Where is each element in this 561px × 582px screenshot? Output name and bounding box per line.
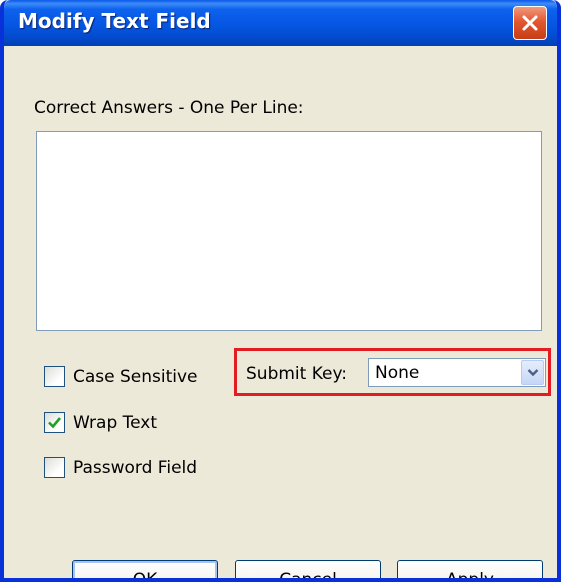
- title-bar[interactable]: Modify Text Field: [4, 0, 557, 46]
- dropdown-button[interactable]: [521, 360, 544, 385]
- wrap-text-checkbox[interactable]: [44, 412, 65, 433]
- dialog-window: Modify Text Field Correct Answers - One …: [0, 0, 561, 582]
- ok-button[interactable]: OK: [72, 560, 218, 578]
- submit-key-value: None: [375, 363, 420, 383]
- wrap-text-label: Wrap Text: [73, 412, 158, 433]
- close-button[interactable]: [513, 6, 547, 40]
- submit-key-highlight: Submit Key: None: [234, 348, 551, 396]
- case-sensitive-option[interactable]: Case Sensitive: [44, 366, 198, 387]
- apply-button[interactable]: Apply: [397, 560, 543, 578]
- submit-key-label: Submit Key:: [246, 364, 348, 384]
- correct-answers-textarea[interactable]: [36, 131, 542, 331]
- case-sensitive-checkbox[interactable]: [44, 366, 65, 387]
- password-field-option[interactable]: Password Field: [44, 457, 197, 478]
- close-icon: [522, 15, 538, 31]
- dialog-title: Modify Text Field: [18, 9, 211, 33]
- password-field-label: Password Field: [73, 457, 198, 478]
- submit-key-select[interactable]: None: [368, 358, 546, 387]
- password-field-checkbox[interactable]: [44, 457, 65, 478]
- cancel-button[interactable]: Cancel: [235, 560, 381, 578]
- dialog-body: Correct Answers - One Per Line: Case Sen…: [4, 46, 557, 578]
- wrap-text-option[interactable]: Wrap Text: [44, 412, 157, 433]
- correct-answers-label: Correct Answers - One Per Line:: [34, 98, 304, 118]
- checkmark-icon: [48, 417, 62, 429]
- chevron-down-icon: [527, 369, 538, 377]
- case-sensitive-label: Case Sensitive: [73, 366, 198, 387]
